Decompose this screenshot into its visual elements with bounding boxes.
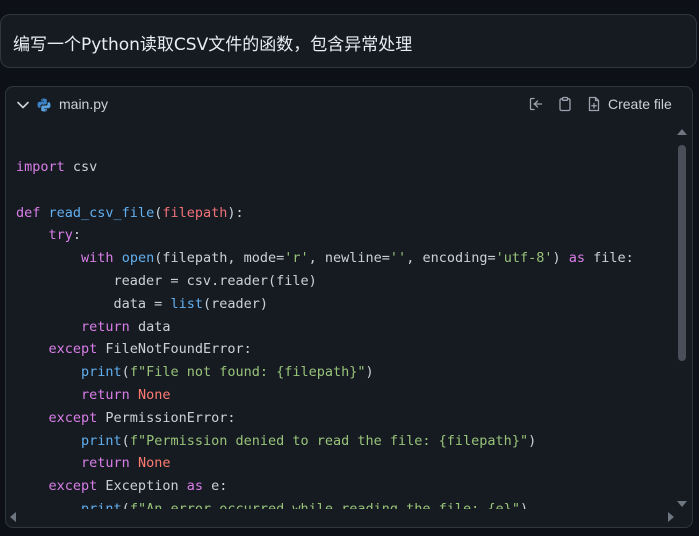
code-token: print — [81, 501, 122, 509]
code-line: try: — [16, 224, 82, 246]
code-token: except — [48, 341, 98, 358]
code-line: data = list(reader) — [16, 293, 268, 315]
clipboard-icon[interactable] — [557, 96, 573, 112]
code-token: data — [129, 318, 171, 335]
code-line: except FileNotFoundError: — [16, 338, 252, 360]
code-token: def — [16, 204, 41, 221]
code-token: return — [81, 387, 130, 403]
horizontal-scrollbar[interactable] — [10, 511, 674, 523]
code-token: , encoding= — [406, 250, 496, 267]
prompt-box: 编写一个Python读取CSV文件的函数，包含异常处理 — [0, 14, 697, 68]
code-token: f"Permission denied to read the file: {f… — [129, 432, 529, 449]
code-token: , newline= — [308, 250, 390, 267]
code-token: 'utf-8' — [495, 250, 553, 267]
code-token: ) — [365, 364, 374, 381]
code-token: PermissionError: — [97, 409, 236, 426]
code-line: print(f"An error occurred while reading … — [16, 498, 528, 509]
code-token: return — [81, 455, 130, 472]
code-token: data = — [16, 295, 171, 312]
code-token: import — [16, 159, 65, 175]
code-token: ( — [121, 501, 130, 509]
code-token: : — [72, 227, 82, 244]
scroll-down-arrow-icon[interactable] — [677, 501, 687, 507]
code-token: filepath — [162, 204, 228, 221]
code-token: None — [137, 387, 171, 403]
code-line: import csv — [16, 156, 97, 178]
code-token: read_csv_file — [48, 204, 155, 221]
code-token: e: — [202, 478, 228, 495]
prompt-text: 编写一个Python读取CSV文件的函数，包含异常处理 — [13, 35, 413, 55]
code-token: as — [186, 478, 203, 495]
code-token: None — [137, 455, 171, 472]
code-token: with — [81, 250, 114, 267]
code-token: ) — [528, 432, 537, 449]
code-token: Exception — [97, 478, 187, 495]
code-token: (filepath, mode= — [154, 250, 285, 267]
code-token: ) — [519, 501, 529, 509]
code-content[interactable]: import csv def read_csv_file(filepath): t… — [6, 123, 676, 509]
code-line: return None — [16, 452, 170, 474]
code-token: list — [170, 295, 203, 312]
code-line: return None — [16, 384, 170, 406]
code-token: f"An error occurred while reading the fi… — [129, 501, 520, 509]
code-token: FileNotFoundError: — [97, 341, 252, 358]
code-line: def read_csv_file(filepath): — [16, 202, 244, 224]
code-line: with open(filepath, mode='r', newline=''… — [16, 247, 634, 269]
code-token: file: — [585, 250, 634, 267]
code-token: reader = csv.reader(file) — [16, 273, 317, 289]
code-token: '' — [389, 250, 407, 267]
code-token: try — [48, 227, 73, 244]
code-line: return data — [16, 316, 170, 338]
scroll-up-arrow-icon[interactable] — [677, 129, 687, 135]
code-token: except — [48, 409, 98, 426]
code-line: reader = csv.reader(file) — [16, 270, 317, 292]
create-file-label: Create file — [608, 96, 672, 112]
code-block-filename: main.py — [59, 96, 109, 112]
vertical-scrollbar-thumb[interactable] — [678, 145, 686, 361]
code-token: (reader) — [202, 295, 268, 312]
code-line: print(f"Permission denied to read the fi… — [16, 430, 536, 452]
code-token: ( — [121, 432, 130, 449]
code-line: except PermissionError: — [16, 407, 236, 429]
insert-into-editor-icon[interactable] — [528, 96, 544, 112]
code-token: return — [81, 318, 130, 335]
code-token: 'r' — [284, 250, 309, 267]
scroll-right-arrow-icon[interactable] — [668, 512, 674, 522]
create-file-button[interactable]: Create file — [586, 94, 672, 114]
code-token: as — [568, 250, 586, 267]
code-token: except — [48, 478, 98, 495]
code-token: f"File not found: {filepath}" — [129, 364, 366, 381]
code-token: ( — [121, 364, 130, 381]
new-file-icon — [588, 96, 600, 112]
scroll-left-arrow-icon[interactable] — [10, 512, 16, 522]
code-token: print — [81, 432, 122, 449]
vertical-scrollbar[interactable] — [676, 129, 688, 507]
chevron-down-icon[interactable] — [16, 98, 30, 112]
code-block-panel: main.py Create file import csv def read_c… — [5, 86, 693, 528]
python-icon — [37, 98, 51, 112]
code-block-header: main.py Create file — [6, 87, 692, 123]
code-token: ): — [227, 204, 244, 221]
code-line: print(f"File not found: {filepath}") — [16, 361, 374, 383]
code-token: print — [81, 364, 122, 381]
code-token: csv — [64, 159, 98, 175]
code-line: except Exception as e: — [16, 475, 228, 497]
code-token: open — [121, 250, 155, 267]
code-token: ) — [552, 250, 569, 267]
